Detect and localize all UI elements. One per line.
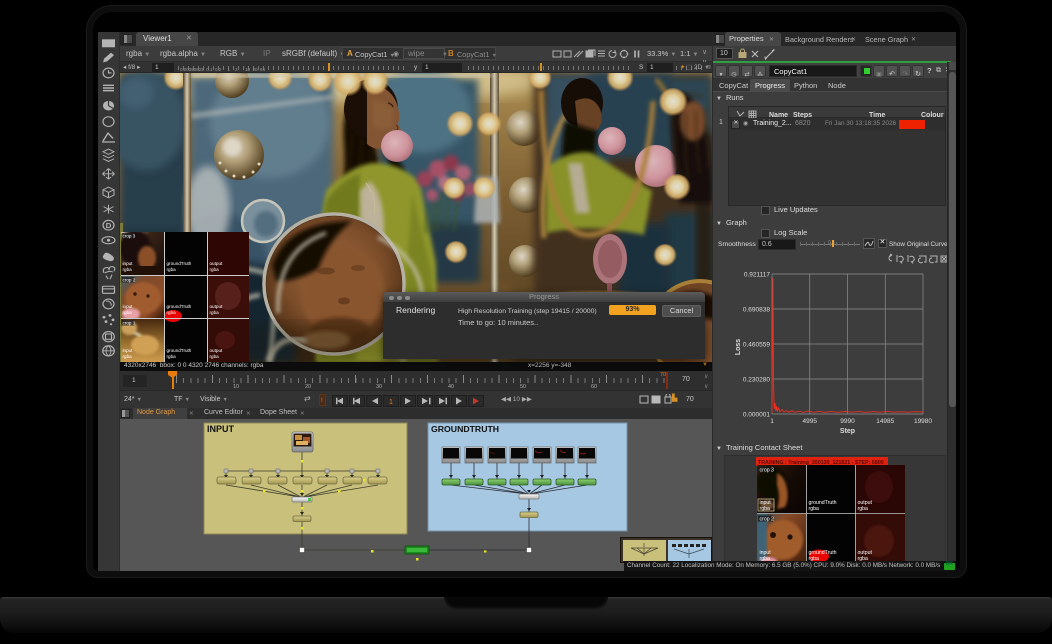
svg-text:rgba: rgba — [167, 310, 177, 315]
svg-text:19980: 19980 — [914, 418, 932, 425]
svg-text:0.230280: 0.230280 — [743, 377, 770, 384]
svg-text:rgba: rgba — [760, 506, 770, 512]
svg-text:Loss: Loss — [735, 339, 742, 355]
svg-text:4995: 4995 — [803, 418, 818, 425]
svg-text:rgba: rgba — [123, 354, 133, 359]
svg-text:crop 2: crop 2 — [123, 278, 136, 283]
svg-text:input: input — [123, 304, 134, 309]
svg-text:rgba: rgba — [123, 267, 133, 272]
svg-text:14985: 14985 — [876, 418, 894, 425]
svg-text:9990: 9990 — [840, 418, 855, 425]
svg-text:rgba: rgba — [210, 267, 220, 272]
svg-text:rgba: rgba — [809, 506, 819, 512]
svg-text:1: 1 — [770, 418, 774, 425]
svg-text:D: D — [106, 222, 112, 230]
svg-text:crop 2: crop 2 — [760, 517, 775, 523]
svg-text:rgba: rgba — [167, 267, 177, 272]
svg-text:rgba: rgba — [123, 310, 133, 315]
svg-text:rgba: rgba — [210, 310, 220, 315]
svg-text:groundTruth: groundTruth — [167, 261, 192, 266]
svg-text:rgba: rgba — [210, 354, 220, 359]
svg-text:1: 1 — [389, 399, 393, 406]
svg-text:GROUNDTRUTH: GROUNDTRUTH — [431, 424, 499, 434]
svg-text:0.921117: 0.921117 — [744, 272, 771, 279]
svg-text:groundTruth: groundTruth — [167, 304, 192, 309]
svg-text:crop 1: crop 1 — [123, 321, 136, 326]
svg-text:0.690838: 0.690838 — [743, 307, 770, 314]
svg-text:crop 3: crop 3 — [123, 234, 136, 239]
svg-text:Step: Step — [840, 428, 855, 435]
svg-text:rgba: rgba — [167, 354, 177, 359]
svg-text:crop 3: crop 3 — [760, 468, 775, 474]
svg-text:rgba: rgba — [858, 506, 868, 512]
svg-text:output: output — [210, 304, 223, 309]
svg-text:0.460559: 0.460559 — [743, 342, 770, 349]
svg-text:input: input — [123, 348, 134, 353]
svg-text:output: output — [210, 348, 223, 353]
svg-text:input: input — [123, 261, 134, 266]
svg-text:INPUT: INPUT — [207, 424, 235, 434]
svg-text:output: output — [210, 261, 223, 266]
svg-text:groundTruth: groundTruth — [167, 348, 192, 353]
svg-text:0.000001: 0.000001 — [743, 412, 770, 419]
